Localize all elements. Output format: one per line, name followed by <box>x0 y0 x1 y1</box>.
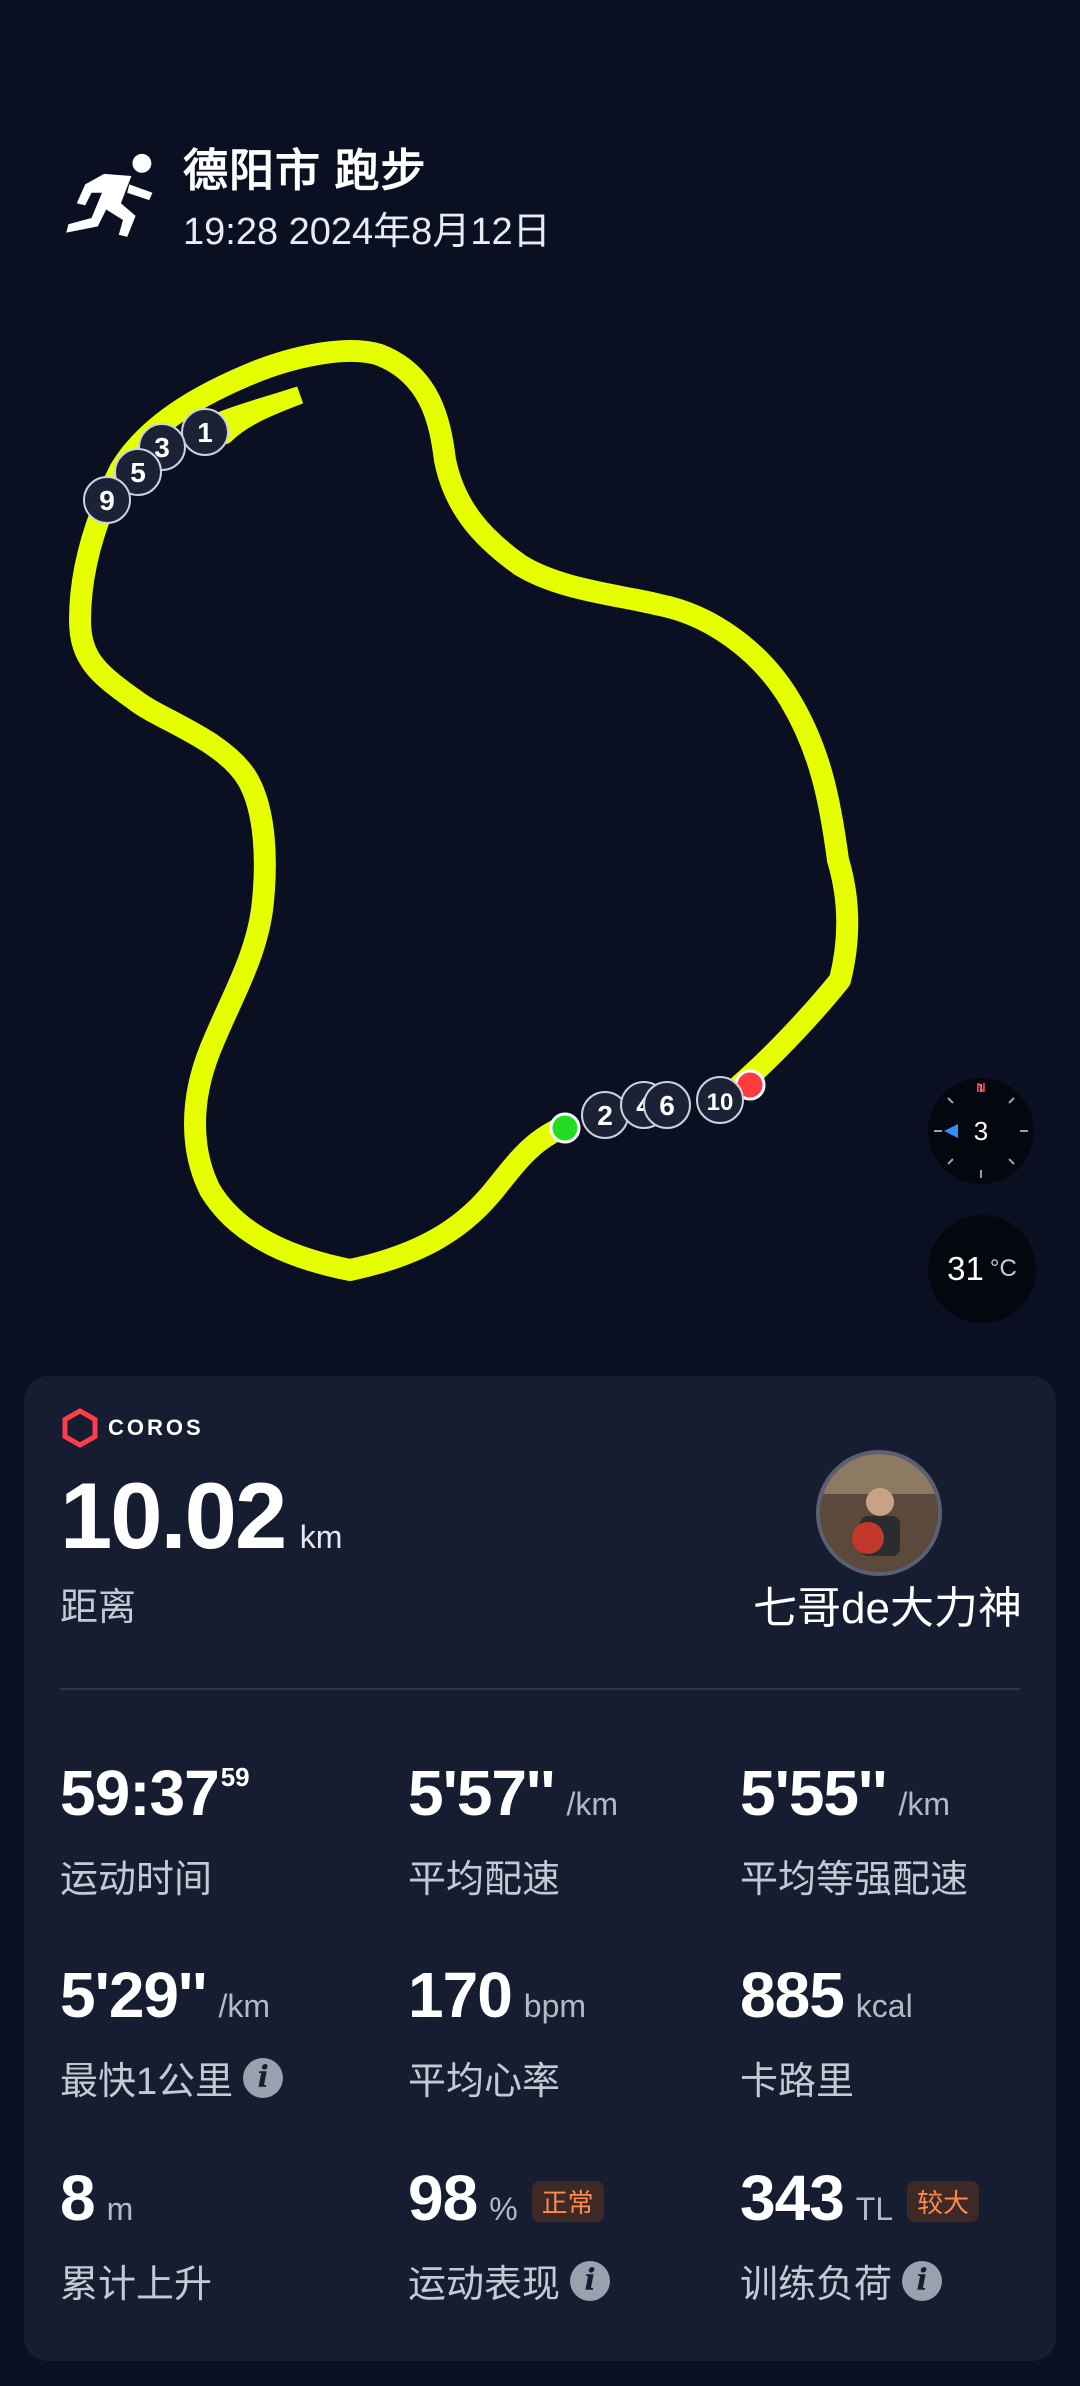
avatar[interactable] <box>816 1450 942 1576</box>
svg-text:1: 1 <box>197 417 213 448</box>
avg-pace-unit: /km <box>566 1786 618 1822</box>
distance-value: 10.02 <box>60 1463 287 1568</box>
avg-hr-value: 170 <box>408 1959 513 2031</box>
avg-pace-value: 5'57'' <box>408 1757 555 1829</box>
metric-training-load: 343 TL 较大 训练负荷 i <box>740 2161 980 2308</box>
activity-title: 德阳市 跑步 <box>183 145 427 196</box>
activity-header: 德阳市 跑步 19:28 2024年8月12日 <box>60 130 860 270</box>
temperature-widget: 31 °C <box>928 1215 1036 1323</box>
km-marker-9: 9 <box>83 476 131 524</box>
performance-label: 运动表现 <box>408 2264 561 2306</box>
brand-name: COROS <box>108 1415 204 1440</box>
calories-value: 885 <box>740 1959 845 2031</box>
duration-hundredths: 59 <box>220 1762 250 1792</box>
info-icon[interactable]: i <box>570 2260 611 2301</box>
route-line <box>69 340 859 1281</box>
info-icon[interactable]: i <box>243 2057 284 2098</box>
metric-calories: 885 kcal 卡路里 <box>740 1958 913 2105</box>
running-person-icon <box>66 153 153 237</box>
distance-display: 10.02 km <box>60 1462 342 1570</box>
svg-text:2: 2 <box>597 1100 613 1131</box>
metric-avg-pace: 5'57'' /km 平均配速 <box>408 1756 618 1903</box>
divider <box>60 1688 1020 1690</box>
activity-stats-card: COROS 10.02 km 距离 七哥de大力神 59:37 59 运动时间 … <box>24 1376 1056 2361</box>
svg-text:10: 10 <box>707 1089 734 1116</box>
performance-unit: % <box>489 2191 518 2227</box>
info-icon[interactable]: i <box>902 2260 943 2301</box>
training-load-unit: TL <box>855 2191 894 2227</box>
duration-value: 59:37 <box>60 1757 220 1829</box>
brand-logo: COROS <box>60 1406 204 1450</box>
elevation-label: 累计上升 <box>60 2264 213 2306</box>
compass-icon[interactable]: N 3 <box>928 1078 1034 1184</box>
avg-hr-label: 平均心率 <box>408 2061 561 2103</box>
fastest-km-label: 最快1公里 <box>60 2061 234 2103</box>
temperature-unit: °C <box>989 1255 1017 1282</box>
grade-pace-value: 5'55'' <box>740 1757 887 1829</box>
compass-value: 3 <box>974 1116 988 1146</box>
distance-label: 距离 <box>60 1587 137 1629</box>
km-marker-1: 1 <box>181 408 229 456</box>
svg-text:5: 5 <box>130 457 146 488</box>
duration-label: 运动时间 <box>60 1859 213 1901</box>
compass-north-label: N <box>976 1080 985 1095</box>
elevation-unit: m <box>106 2191 134 2227</box>
km-markers: 1 3 5 9 2 4 6 10 <box>83 408 744 1139</box>
avg-pace-label: 平均配速 <box>408 1859 561 1901</box>
user-name[interactable]: 七哥de大力神 <box>753 1572 1022 1636</box>
svg-text:6: 6 <box>659 1090 675 1121</box>
elevation-value: 8 <box>60 2162 96 2234</box>
status-badge-normal: 正常 <box>531 2180 604 2222</box>
metric-performance: 98 % 正常 运动表现 i <box>408 2161 611 2308</box>
avg-hr-unit: bpm <box>523 1988 587 2024</box>
temperature-value: 31 <box>947 1250 984 1287</box>
metric-elevation-gain: 8 m 累计上升 <box>60 2161 212 2308</box>
grade-pace-unit: /km <box>898 1786 950 1822</box>
metric-avg-grade-pace: 5'55'' /km 平均等强配速 <box>740 1756 968 1903</box>
distance-unit: km <box>299 1519 343 1555</box>
route-map[interactable]: 1 3 5 9 2 4 6 10 <box>0 320 1080 1320</box>
status-badge-high: 较大 <box>907 2180 980 2222</box>
calories-label: 卡路里 <box>740 2061 855 2103</box>
km-marker-6: 6 <box>643 1081 691 1129</box>
start-marker <box>549 1112 581 1144</box>
performance-value: 98 <box>408 2162 478 2234</box>
metric-avg-hr: 170 bpm 平均心率 <box>408 1958 586 2105</box>
coros-logo-icon <box>62 1408 98 1448</box>
compass-arrow-icon <box>944 1124 958 1138</box>
metric-fastest-km: 5'29'' /km 最快1公里 i <box>60 1958 284 2105</box>
grade-pace-label: 平均等强配速 <box>740 1859 969 1901</box>
calories-unit: kcal <box>855 1988 913 2024</box>
svg-text:9: 9 <box>99 485 115 516</box>
training-load-value: 343 <box>740 2162 845 2234</box>
km-marker-10: 10 <box>696 1076 744 1124</box>
metric-duration: 59:37 59 运动时间 <box>60 1756 250 1903</box>
fastest-km-value: 5'29'' <box>60 1959 207 2031</box>
activity-datetime: 19:28 2024年8月12日 <box>183 211 551 253</box>
training-load-label: 训练负荷 <box>740 2264 893 2306</box>
fastest-km-unit: /km <box>218 1988 270 2024</box>
